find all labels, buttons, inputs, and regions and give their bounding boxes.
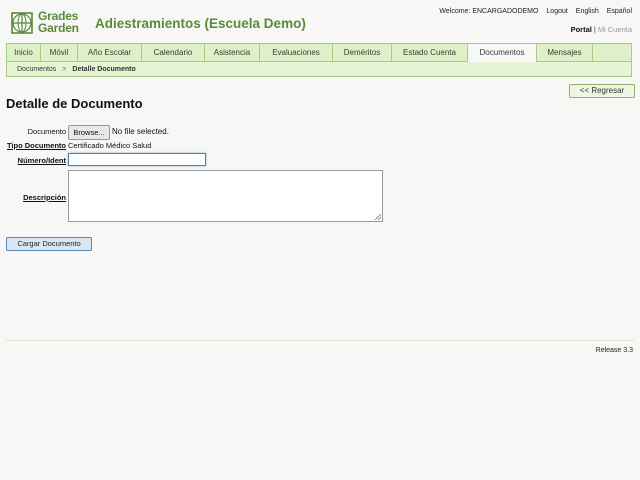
breadcrumb-separator: > [62,66,67,73]
tab-calendario[interactable]: Calendario [142,44,205,61]
tab-ano-escolar[interactable]: Año Escolar [78,44,142,61]
tipo-documento-label: Tipo Documento [6,141,66,150]
tab-inicio[interactable]: Inicio [7,44,41,61]
cargar-documento-button[interactable]: Cargar Documento [6,237,92,251]
browse-button[interactable]: Browse... [68,125,110,140]
top-links: Welcome: ENCARGADODEMO Logout English Es… [433,8,632,15]
tab-mensajes[interactable]: Mensajes [537,44,593,61]
numero-ident-label: Número/Ident [17,156,66,165]
globe-grid-icon [11,12,33,34]
numero-ident-input[interactable] [68,153,206,166]
file-status: No file selected. [112,127,169,136]
footer-divider [6,340,634,341]
tab-evaluaciones[interactable]: Evaluaciones [260,44,333,61]
tab-documentos[interactable]: Documentos [468,44,537,62]
espanol-link[interactable]: Español [607,8,632,15]
portal-separator: | [593,25,596,34]
descripcion-label: Descripción [23,193,66,202]
portal-links: Portal | Mi Cuenta [571,25,632,34]
english-link[interactable]: English [576,8,599,15]
documento-label: Documento [27,127,66,136]
breadcrumb: Documentos > Detalle Documento [6,62,632,77]
breadcrumb-documentos[interactable]: Documentos [17,66,56,73]
portal-link[interactable]: Portal [571,25,592,34]
tab-demeritos[interactable]: Deméritos [333,44,392,61]
resize-handle-icon[interactable] [374,213,381,220]
grades-garden-logo[interactable]: Grades Garden [11,10,81,35]
page-title: Detalle de Documento [6,96,143,111]
tab-estado-cuenta[interactable]: Estado Cuenta [392,44,468,61]
back-button[interactable]: << Regresar [569,84,635,98]
mi-cuenta-link[interactable]: Mi Cuenta [598,25,632,34]
release-version: Release 3.3 [595,347,633,354]
tab-asistencia[interactable]: Asistencia [205,44,260,61]
tab-movil[interactable]: Móvil [41,44,78,61]
main-nav: Inicio Móvil Año Escolar Calendario Asis… [6,43,632,62]
breadcrumb-current: Detalle Documento [72,66,136,73]
logo-wordmark: Grades Garden [38,10,79,34]
descripcion-textarea[interactable] [68,170,383,222]
tipo-documento-value: Certificado Médico Salud [68,141,152,150]
school-title: Adiestramientos (Escuela Demo) [95,16,306,31]
logo-line-2: Garden [38,21,79,35]
logout-link[interactable]: Logout [546,8,567,15]
welcome-text: Welcome: ENCARGADODEMO [439,8,539,15]
